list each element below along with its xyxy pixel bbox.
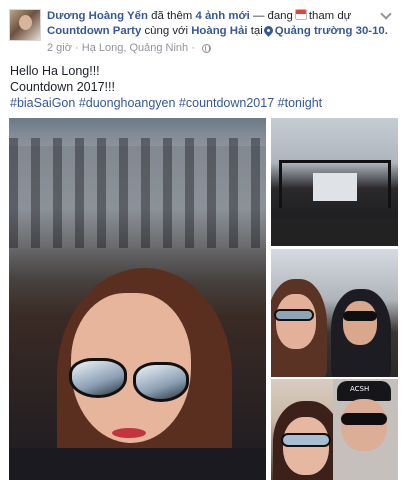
sunglasses-right [133, 362, 189, 402]
with-text: cùng với [144, 25, 189, 37]
photo-stage[interactable] [271, 118, 398, 246]
meta-separator-2: · [191, 42, 195, 55]
sunglasses-left [69, 358, 127, 398]
author-avatar[interactable] [9, 9, 41, 41]
location-link[interactable]: Hạ Long, Quảng Ninh [82, 42, 188, 54]
event-link[interactable]: Countdown Party [47, 25, 141, 37]
hashtag-link[interactable]: #duonghoangyen [79, 96, 176, 110]
author-name-link[interactable]: Dương Hoàng Yến [47, 10, 148, 22]
photo-subject-2-face [343, 301, 377, 345]
post-text-line: Hello Ha Long!!! [10, 64, 100, 78]
photo-crowd [9, 138, 266, 248]
timestamp-link[interactable]: 2 giờ [47, 42, 72, 54]
photo-selfie-3[interactable]: ACSH [271, 379, 398, 480]
photo-main[interactable] [9, 118, 266, 480]
photo-subject-jacket [9, 448, 266, 480]
post-header: Dương Hoàng Yến đã thêm 4 ảnh mới — đang… [47, 9, 397, 39]
post-text-line: Countdown 2017!!! [10, 79, 115, 94]
post-meta: 2 giờ · Hạ Long, Quảng Ninh · [47, 41, 211, 55]
photo-subject-face [276, 294, 316, 349]
photo-subject-lips [112, 428, 146, 438]
photo-subject-2-face [341, 399, 387, 451]
post-body: Hello Ha Long!!! Countdown 2017!!! #biaS… [10, 64, 395, 111]
hashtag-list: #biaSaiGon #duonghoangyen #countdown2017… [10, 96, 395, 112]
calendar-icon [294, 9, 307, 20]
place-link[interactable]: Quảng trường 30-10. [275, 25, 388, 37]
sunglasses [281, 433, 331, 447]
chevron-down-icon[interactable] [381, 10, 391, 20]
meta-separator: · [75, 42, 79, 55]
stage-floor [271, 218, 398, 246]
event-verb: tham dự [308, 10, 352, 22]
sunglasses-2 [341, 413, 387, 425]
photo-selfie-2[interactable] [271, 249, 398, 377]
globe-icon[interactable] [201, 43, 211, 53]
hashtag-link[interactable]: #countdown2017 [179, 96, 274, 110]
tagged-person-link[interactable]: Hoàng Hải [191, 25, 247, 37]
photo-count-link[interactable]: 4 ảnh mới [195, 10, 249, 22]
at-text: tại [250, 25, 263, 37]
feed-post: Dương Hoàng Yến đã thêm 4 ảnh mới — đang… [0, 0, 403, 480]
hashtag-link[interactable]: #tonight [278, 96, 322, 110]
action-text: đã thêm [151, 10, 193, 22]
hashtag-link[interactable]: #biaSaiGon [10, 96, 75, 110]
cap-label: ACSH [350, 385, 370, 393]
sunglasses [274, 309, 314, 321]
map-pin-icon [261, 24, 275, 37]
stage-screen [313, 173, 357, 201]
sunglasses-2 [343, 311, 377, 321]
dash-text: — đang [252, 10, 293, 22]
